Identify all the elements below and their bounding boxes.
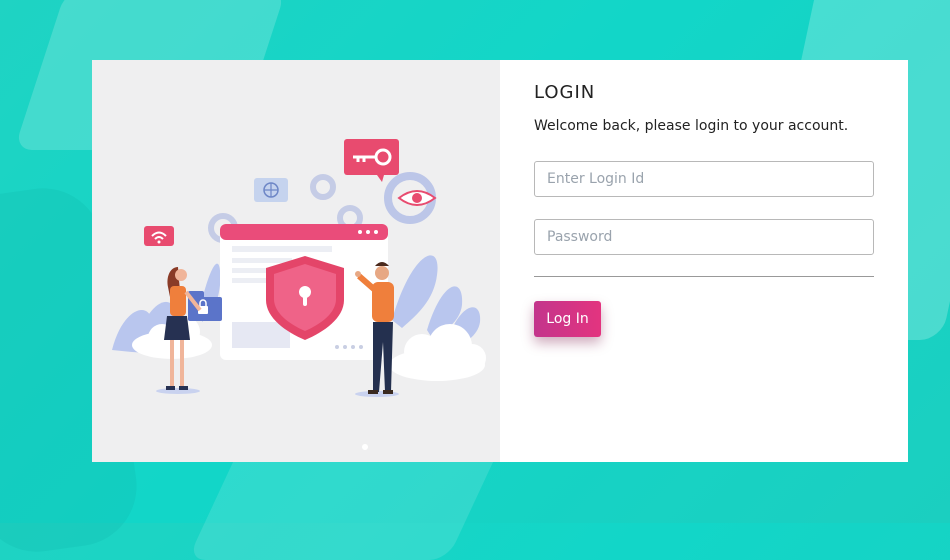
login-id-input[interactable] bbox=[534, 161, 874, 197]
key-icon bbox=[344, 139, 399, 182]
password-input[interactable] bbox=[534, 219, 874, 255]
globe-icon bbox=[254, 178, 288, 202]
illustration-panel bbox=[92, 60, 500, 462]
wifi-icon bbox=[144, 226, 174, 246]
login-button[interactable]: Log In bbox=[534, 301, 601, 337]
page-title: LOGIN bbox=[534, 82, 596, 103]
divider bbox=[534, 276, 874, 277]
login-card: LOGIN Welcome back, please login to your… bbox=[92, 60, 908, 462]
carousel-dot[interactable] bbox=[362, 444, 368, 450]
welcome-text: Welcome back, please login to your accou… bbox=[534, 118, 849, 134]
login-panel: LOGIN Welcome back, please login to your… bbox=[500, 60, 908, 462]
security-illustration bbox=[112, 139, 486, 397]
